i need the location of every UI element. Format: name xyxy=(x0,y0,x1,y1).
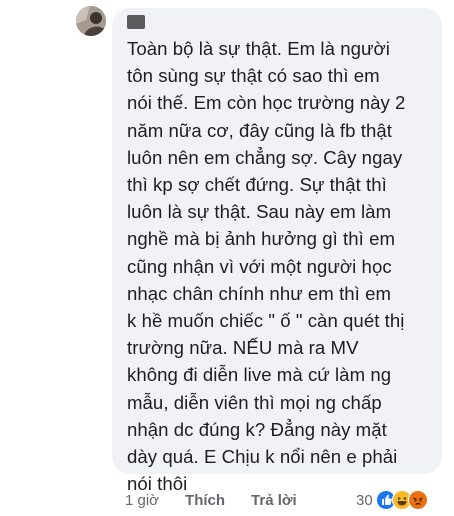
like-button[interactable]: Thích xyxy=(185,492,225,509)
reply-button[interactable]: Trả lời xyxy=(251,492,297,509)
comment-text: Toàn bộ là sự thật. Em là người tôn sùng… xyxy=(127,38,406,495)
angry-icon xyxy=(407,490,428,510)
comment-bubble: Toàn bộ là sự thật. Em là người tôn sùng… xyxy=(112,8,442,494)
avatar-image xyxy=(76,6,106,36)
author-name-redacted[interactable] xyxy=(127,15,145,29)
comment-timestamp[interactable]: 1 giờ xyxy=(125,492,159,509)
comment-actions: 1 giờ Thích Trả lời xyxy=(125,489,297,511)
reaction-icons xyxy=(375,490,428,510)
avatar[interactable] xyxy=(76,6,106,36)
reactions-summary[interactable]: 30 xyxy=(356,488,428,512)
reaction-count: 30 xyxy=(356,491,373,509)
